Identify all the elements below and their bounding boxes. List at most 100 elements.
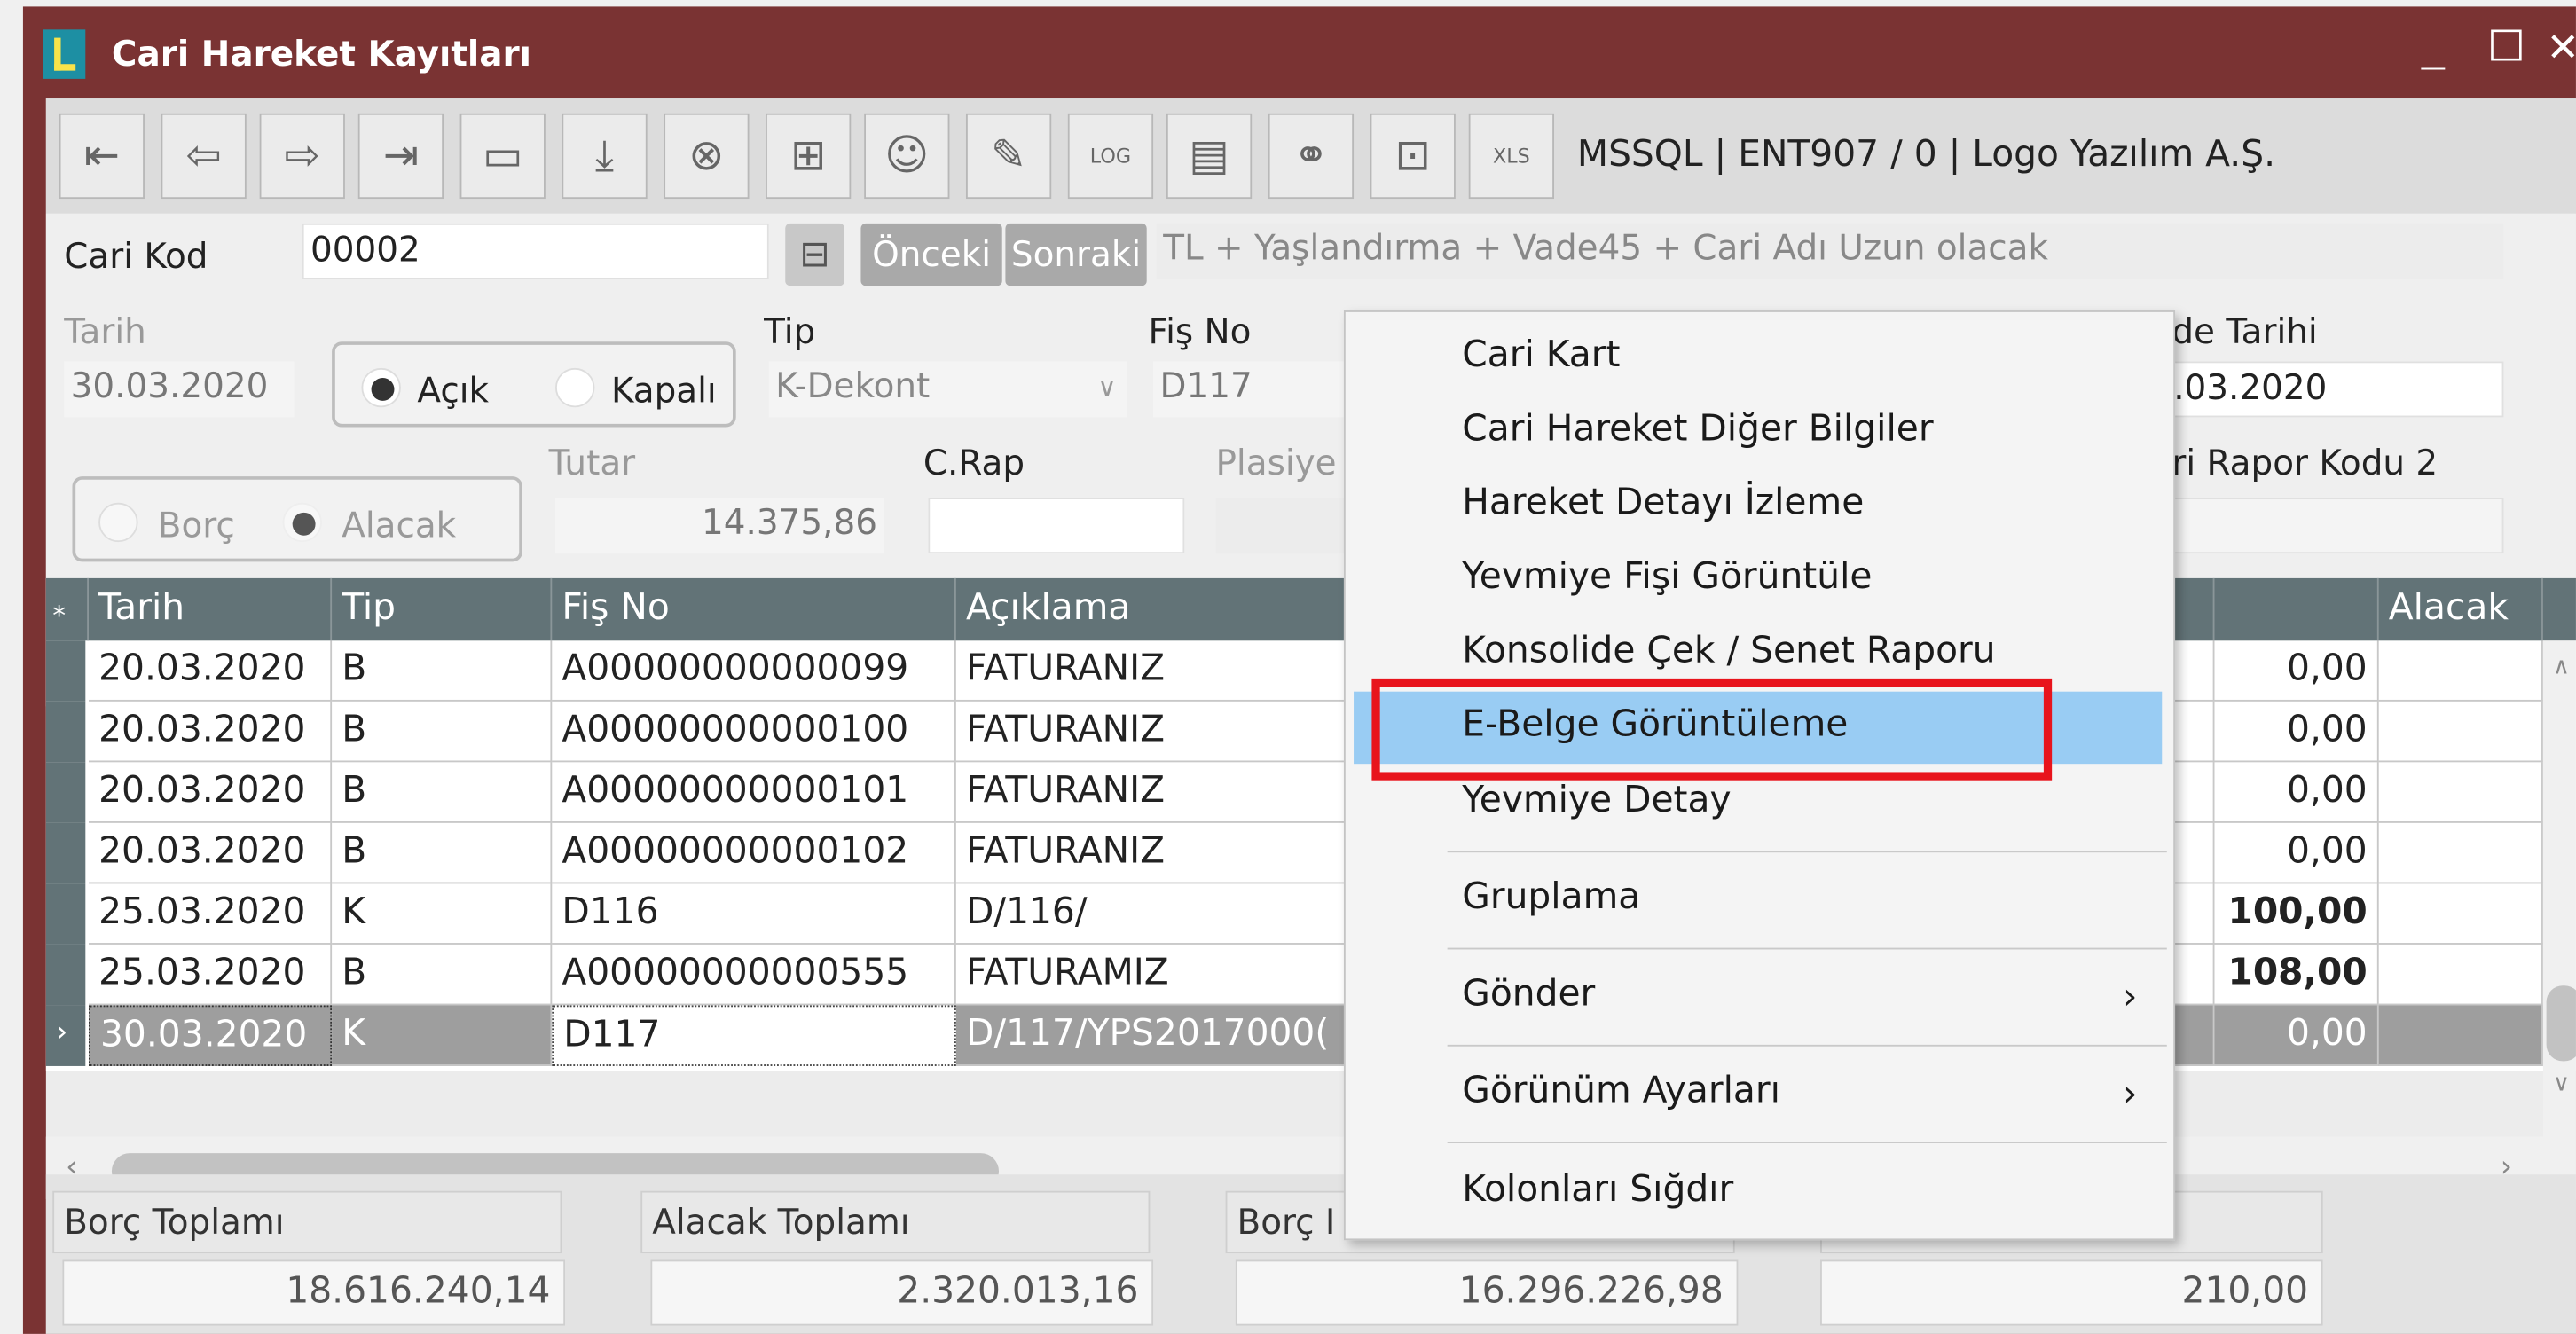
table-row[interactable]: 20.03.2020 B A00000000000101 FATURANIZ 0… [45,762,2576,823]
link-icon[interactable]: ⚭ [1268,113,1355,200]
rapor2-input[interactable] [2164,498,2504,554]
cell-tarih: 30.03.2020 [89,1005,333,1066]
col-tip[interactable]: Tip [332,577,553,641]
excel-icon[interactable]: XLS [1468,113,1554,200]
log-icon[interactable]: LOG [1067,113,1154,200]
table-row-selected[interactable]: › 30.03.2020 K D117 D/117/YPS2017000( 0,… [45,1005,2576,1066]
grid-header: ⁎ Tarih Tip Fiş No Açıklama Alacak [45,577,2576,641]
chevron-down-icon[interactable]: ∨ [1097,372,1117,403]
menu-item-gruplama[interactable]: Gruplama [1346,864,2177,936]
borc-toplam-label: Borç Toplamı [52,1190,562,1254]
window-title: Cari Hareket Kayıtları [111,34,532,75]
cell-tip: B [332,640,553,702]
row-indicator [45,822,86,884]
lookup-button[interactable]: ⊟ [785,223,844,286]
cell-alacak [2378,822,2543,884]
submenu-arrow-icon: › [2123,977,2138,1019]
scroll-down-icon[interactable]: ∨ [2553,1071,2570,1098]
menu-item-yevmiye-fisi[interactable]: Yevmiye Fişi Görüntüle [1346,544,2177,616]
last-icon[interactable]: ⇥ [357,113,444,200]
col-borc[interactable] [2214,577,2379,641]
new-folder-icon[interactable]: ⊞ [766,113,852,200]
prev-icon[interactable]: ⇦ [161,113,247,200]
table-row[interactable]: 20.03.2020 B A00000000000099 FATURANIZ 0… [45,640,2576,702]
edit-icon[interactable]: ✎ [965,113,1052,200]
menu-item-gorunum-ayarlari[interactable]: Görünüm Ayarları › [1346,1058,2177,1130]
table-row[interactable]: 25.03.2020 K D116 D/116/ 100,00 [45,883,2576,945]
menu-item-hareket-detayi[interactable]: Hareket Detayı İzleme [1346,470,2177,542]
menu-item-cari-hareket-diger[interactable]: Cari Hareket Diğer Bilgiler [1346,396,2177,467]
close-button[interactable]: ✕ [2547,25,2576,71]
next-button[interactable]: Sonraki [1005,223,1147,286]
vscroll-thumb[interactable] [2546,985,2576,1062]
menu-item-kolonlari-sigdir[interactable]: Kolonları Sığdır [1346,1157,2177,1228]
tip-label: Tip [764,311,816,352]
acik-label: Açık [417,371,490,411]
minimize-button[interactable]: _ [2422,17,2445,71]
cancel-icon[interactable]: ⊗ [664,113,750,200]
row-indicator [45,762,86,823]
acik-radio[interactable] [361,367,401,408]
table-row[interactable]: 20.03.2020 B A00000000000102 FATURANIZ 0… [45,822,2576,884]
crap-input[interactable] [928,498,1185,554]
crap-label: C.Rap [923,443,1025,483]
vade-input[interactable]: .03.2020 [2164,361,2504,418]
menu-separator [1447,947,2167,950]
cell-tarih: 20.03.2020 [89,822,333,884]
plasiyer-input[interactable] [1215,498,1347,554]
table-row[interactable]: 20.03.2020 B A00000000000100 FATURANIZ 0… [45,701,2576,763]
cell-borc: 0,00 [2214,701,2379,763]
alacak-label: Alacak [342,506,457,545]
next-icon[interactable]: ⇨ [259,113,345,200]
rapor2-label: ri Rapor Kodu 2 [2172,443,2439,483]
cell-borc: 100,00 [2214,883,2379,945]
borc-toplam-value: 18.616.240,14 [62,1259,566,1326]
document-settings-icon[interactable]: ▤ [1166,113,1253,200]
first-icon[interactable]: ⇤ [59,113,145,200]
scroll-up-icon[interactable]: ∧ [2553,654,2570,680]
cell-tarih: 20.03.2020 [89,701,333,763]
kapali-label: Kapalı [610,371,717,411]
bakiye-value: 16.296.226,98 [1235,1259,1739,1326]
current-row-icon: › [45,1005,86,1066]
document-icon[interactable]: ▭ [459,113,546,200]
logo-icon [43,29,86,79]
tarih-label: Tarih [64,311,146,352]
col-fisno[interactable]: Fiş No [552,577,956,641]
col-alacak[interactable]: Alacak [2379,577,2543,641]
cell-alacak [2378,701,2543,763]
alacak-radio[interactable] [282,502,322,543]
tip-select[interactable]: K-Dekont [768,361,1127,418]
cell-fisno: A00000000000555 [552,944,956,1006]
cell-alacak [2378,1005,2543,1066]
lock-icon[interactable]: ⊡ [1370,113,1456,200]
cari-description: TL + Yaşlandırma + Vade45 + Cari Adı Uzu… [1156,223,2504,279]
download-icon[interactable]: ⤓ [562,113,648,200]
col-tarih[interactable]: Tarih [89,577,333,641]
table-row[interactable]: 25.03.2020 B A00000000000555 FATURAMIZ 1… [45,944,2576,1006]
menu-item-gonder[interactable]: Gönder › [1346,961,2177,1032]
menu-item-cari-kart[interactable]: Cari Kart [1346,322,2177,394]
alacak-toplam-label: Alacak Toplamı [640,1190,1151,1254]
cell-borc: 108,00 [2214,944,2379,1006]
submenu-arrow-icon: › [2123,1074,2138,1116]
title-bar[interactable]: Cari Hareket Kayıtları _ ☐ ✕ [23,6,2576,98]
cari-kod-input[interactable]: 00002 [302,223,769,279]
previous-button[interactable]: Önceki [860,223,1002,286]
plasiyer-label: Plasiye [1215,443,1337,483]
toolbar: ⇤ ⇦ ⇨ ⇥ ▭ ⤓ ⊗ ⊞ ☺ ✎ LOG ▤ ⚭ ⊡ XLS MSSQL … [45,98,2576,214]
menu-item-gonder-label: Gönder [1462,974,1596,1016]
tarih-input[interactable]: 30.03.2020 [64,361,295,418]
cari-kod-label: Cari Kod [64,236,208,277]
menu-item-gorunum-label: Görünüm Ayarları [1462,1071,1780,1112]
cell-tarih: 25.03.2020 [89,883,333,945]
borc-radio[interactable] [98,502,138,543]
vertical-scrollbar[interactable]: ∧ ∨ [2542,640,2576,1137]
fisno-input[interactable]: D117 [1153,361,1367,418]
borc-alacak-group: Borç Alacak [72,476,522,562]
records-grid: ⁎ Tarih Tip Fiş No Açıklama Alacak 20.03… [45,577,2576,1199]
user-icon[interactable]: ☺ [864,113,950,200]
kapali-radio[interactable] [554,367,595,408]
tutar-input[interactable]: 14.375,86 [554,498,884,554]
maximize-button[interactable]: ☐ [2487,23,2525,73]
